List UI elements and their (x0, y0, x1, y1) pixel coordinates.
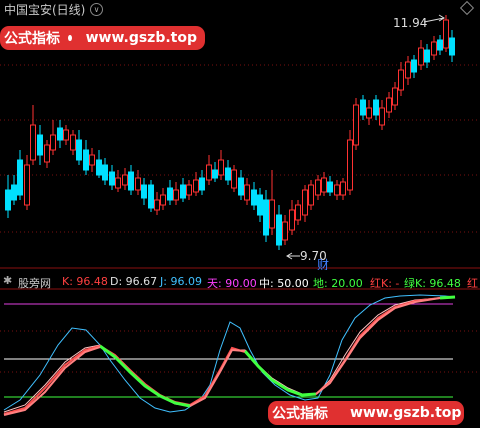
banner-url: www.gszb.top (350, 405, 462, 421)
watermark-banner-bottom: 公式指标 www.gszb.top (268, 401, 464, 425)
red-k-line (315, 297, 441, 395)
banner-brand: 公式指标 (272, 406, 328, 422)
green-k-line (439, 295, 456, 300)
indicator-chart[interactable] (0, 0, 480, 428)
